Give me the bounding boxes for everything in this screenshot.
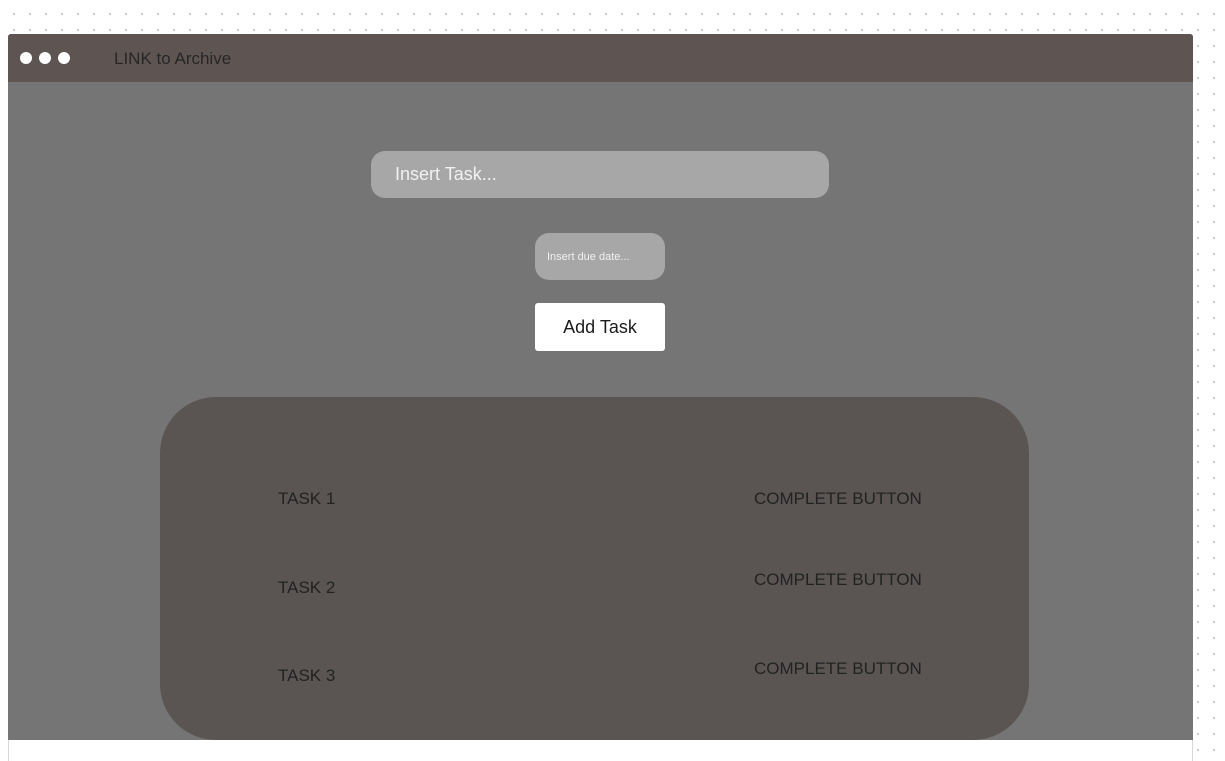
maximize-window-dot-icon[interactable] bbox=[58, 52, 70, 64]
task-item-3-complete-button[interactable]: COMPLETE BUTTON bbox=[754, 659, 922, 679]
close-window-dot-icon[interactable] bbox=[20, 52, 32, 64]
window-footer-area bbox=[8, 740, 1193, 761]
app-window: LINK to Archive Add Task TASK 1 COMPLETE… bbox=[8, 34, 1193, 740]
window-controls bbox=[20, 52, 70, 64]
archive-link[interactable]: LINK to Archive bbox=[114, 49, 231, 69]
task-item-1-complete-button[interactable]: COMPLETE BUTTON bbox=[754, 489, 922, 509]
add-task-button[interactable]: Add Task bbox=[535, 303, 665, 351]
minimize-window-dot-icon[interactable] bbox=[39, 52, 51, 64]
title-bar: LINK to Archive bbox=[8, 34, 1193, 82]
task-input[interactable] bbox=[371, 151, 829, 198]
task-item-2-complete-button[interactable]: COMPLETE BUTTON bbox=[754, 570, 922, 590]
task-item-3-name: TASK 3 bbox=[278, 666, 336, 685]
task-list: TASK 1 COMPLETE BUTTON TASK 2 COMPLETE B… bbox=[160, 397, 1029, 740]
task-item-2-name: TASK 2 bbox=[278, 578, 336, 597]
task-item-1-name: TASK 1 bbox=[278, 489, 336, 508]
due-date-input[interactable] bbox=[535, 233, 665, 280]
